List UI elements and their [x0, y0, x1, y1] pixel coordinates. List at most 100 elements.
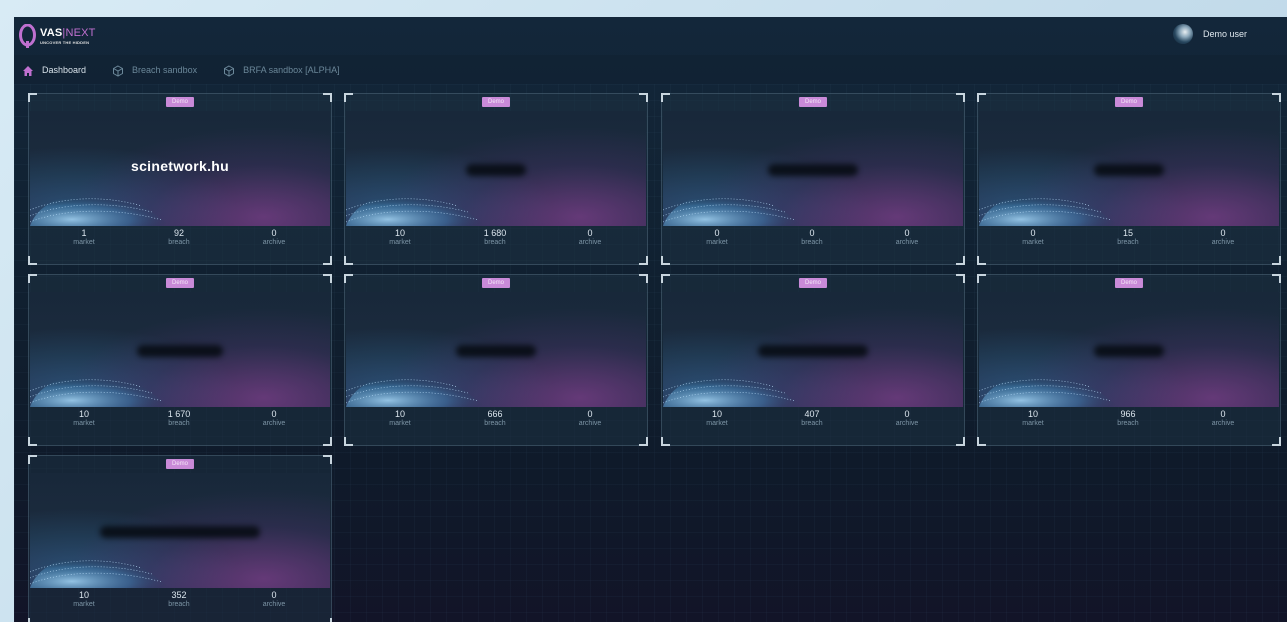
demo-badge: Demo [1114, 97, 1144, 107]
user-name: Demo user [1202, 29, 1247, 39]
digital-globe-graphic [346, 192, 486, 226]
card-corner-decoration [344, 93, 353, 102]
digital-globe-graphic [663, 373, 803, 407]
stat-archive: 0 archive [1188, 228, 1258, 246]
card-corner-decoration [344, 274, 353, 283]
demo-badge: Demo [481, 278, 511, 288]
stat-breach-label: breach [168, 239, 190, 246]
stat-archive: 0 archive [1188, 409, 1258, 427]
stat-breach-label: breach [801, 239, 823, 246]
stat-breach-value: 1 680 [483, 228, 507, 238]
card-corner-decoration [661, 93, 670, 102]
stat-archive-label: archive [578, 239, 602, 246]
avatar [1172, 24, 1193, 44]
demo-badge: Demo [798, 97, 828, 107]
redacted-domain-name [456, 345, 536, 357]
cube-icon [112, 64, 124, 77]
stat-archive: 0 archive [239, 590, 309, 608]
redacted-domain-name [466, 164, 526, 176]
stat-breach-label: breach [484, 420, 506, 427]
domain-card[interactable]: Demo 0 market 0 breach 0 archive [661, 93, 965, 265]
card-banner-image [30, 292, 330, 407]
stat-breach-label: breach [168, 420, 190, 427]
stat-market-value: 10 [711, 409, 722, 419]
stat-archive: 0 archive [872, 409, 942, 427]
stat-breach-value: 15 [1122, 228, 1133, 238]
domain-card[interactable]: Demo 10 market 352 breach 0 archive [28, 455, 332, 622]
stat-breach-value: 966 [1120, 409, 1136, 419]
card-stats: 0 market 15 breach 0 archive [978, 228, 1280, 258]
stat-breach: 1 670 breach [144, 409, 214, 427]
demo-badge: Demo [165, 97, 195, 107]
domain-card[interactable]: Demo 10 market 1 670 breach 0 archive [28, 274, 332, 446]
stat-archive: 0 archive [239, 409, 309, 427]
app-logo[interactable]: VAS|NEXT UNCOVER THE HIDDEN [19, 20, 115, 52]
stat-market-value: 0 [714, 228, 720, 238]
main-nav: Dashboard Breach sandbox BRFA sandbox [A… [14, 55, 1287, 84]
card-banner-image [663, 111, 963, 226]
stat-breach-value: 407 [804, 409, 820, 419]
stat-breach-value: 352 [171, 590, 187, 600]
logo-next-text: NEXT [65, 26, 96, 39]
stat-archive-label: archive [262, 420, 286, 427]
digital-globe-graphic [663, 192, 803, 226]
stat-market-label: market [1022, 239, 1044, 246]
card-corner-decoration [1272, 274, 1281, 283]
stat-archive-value: 0 [1220, 228, 1226, 238]
card-stats: 1 market 92 breach 0 archive [29, 228, 331, 258]
stat-market: 10 market [365, 228, 435, 246]
card-corner-decoration [956, 93, 965, 102]
stat-breach: 352 breach [144, 590, 214, 608]
logo-mark-icon [19, 23, 36, 48]
card-corner-decoration [977, 274, 986, 283]
nav-item-brfa-sandbox[interactable]: BRFA sandbox [ALPHA] [223, 64, 340, 77]
stat-archive-value: 0 [587, 228, 593, 238]
stat-market-value: 10 [1027, 409, 1038, 419]
card-corner-decoration [28, 93, 37, 102]
redacted-domain-name [137, 345, 223, 357]
stat-market-value: 0 [1030, 228, 1036, 238]
demo-badge: Demo [165, 278, 195, 288]
stat-archive-label: archive [895, 420, 919, 427]
stat-breach-label: breach [168, 601, 190, 608]
stat-archive-value: 0 [587, 409, 593, 419]
stat-archive: 0 archive [872, 228, 942, 246]
card-stats: 0 market 0 breach 0 archive [662, 228, 964, 258]
card-corner-decoration [661, 274, 670, 283]
card-banner-image [979, 292, 1279, 407]
stat-archive: 0 archive [555, 228, 625, 246]
card-corner-decoration [977, 93, 986, 102]
nav-item-dashboard[interactable]: Dashboard [22, 64, 86, 76]
domain-card[interactable]: Demo 10 market 966 breach 0 archive [977, 274, 1281, 446]
card-stats: 10 market 407 breach 0 archive [662, 409, 964, 439]
stat-breach: 15 breach [1093, 228, 1163, 246]
stat-breach: 92 breach [144, 228, 214, 246]
domain-card[interactable]: Demo 10 market 666 breach 0 archive [344, 274, 648, 446]
digital-globe-graphic [979, 192, 1119, 226]
domain-card[interactable]: Demo 0 market 15 breach 0 archive [977, 93, 1281, 265]
stat-market-label: market [389, 239, 411, 246]
digital-globe-graphic [979, 373, 1119, 407]
domain-card[interactable]: Demo 10 market 1 680 breach 0 archive [344, 93, 648, 265]
stat-market: 10 market [49, 409, 119, 427]
stat-breach-value: 0 [809, 228, 815, 238]
stat-market-label: market [706, 239, 728, 246]
nav-item-breach-sandbox[interactable]: Breach sandbox [112, 64, 198, 77]
logo-tagline: UNCOVER THE HIDDEN [40, 39, 90, 45]
stat-archive-label: archive [1211, 239, 1235, 246]
domain-name: scinetwork.hu [130, 158, 230, 174]
stat-breach-label: breach [801, 420, 823, 427]
nav-label: Breach sandbox [132, 64, 198, 75]
domain-card[interactable]: Demo scinetwork.hu 1 market 92 breach 0 archive [28, 93, 332, 265]
domain-card[interactable]: Demo 10 market 407 breach 0 archive [661, 274, 965, 446]
card-corner-decoration [323, 93, 332, 102]
user-menu[interactable]: Demo user [1172, 24, 1247, 44]
card-corner-decoration [639, 274, 648, 283]
card-banner-image [346, 292, 646, 407]
stat-archive-value: 0 [904, 228, 910, 238]
stat-breach-value: 92 [173, 228, 184, 238]
stat-archive-label: archive [262, 239, 286, 246]
demo-badge: Demo [165, 459, 195, 469]
card-banner-image: scinetwork.hu [30, 111, 330, 226]
stat-market: 0 market [682, 228, 752, 246]
